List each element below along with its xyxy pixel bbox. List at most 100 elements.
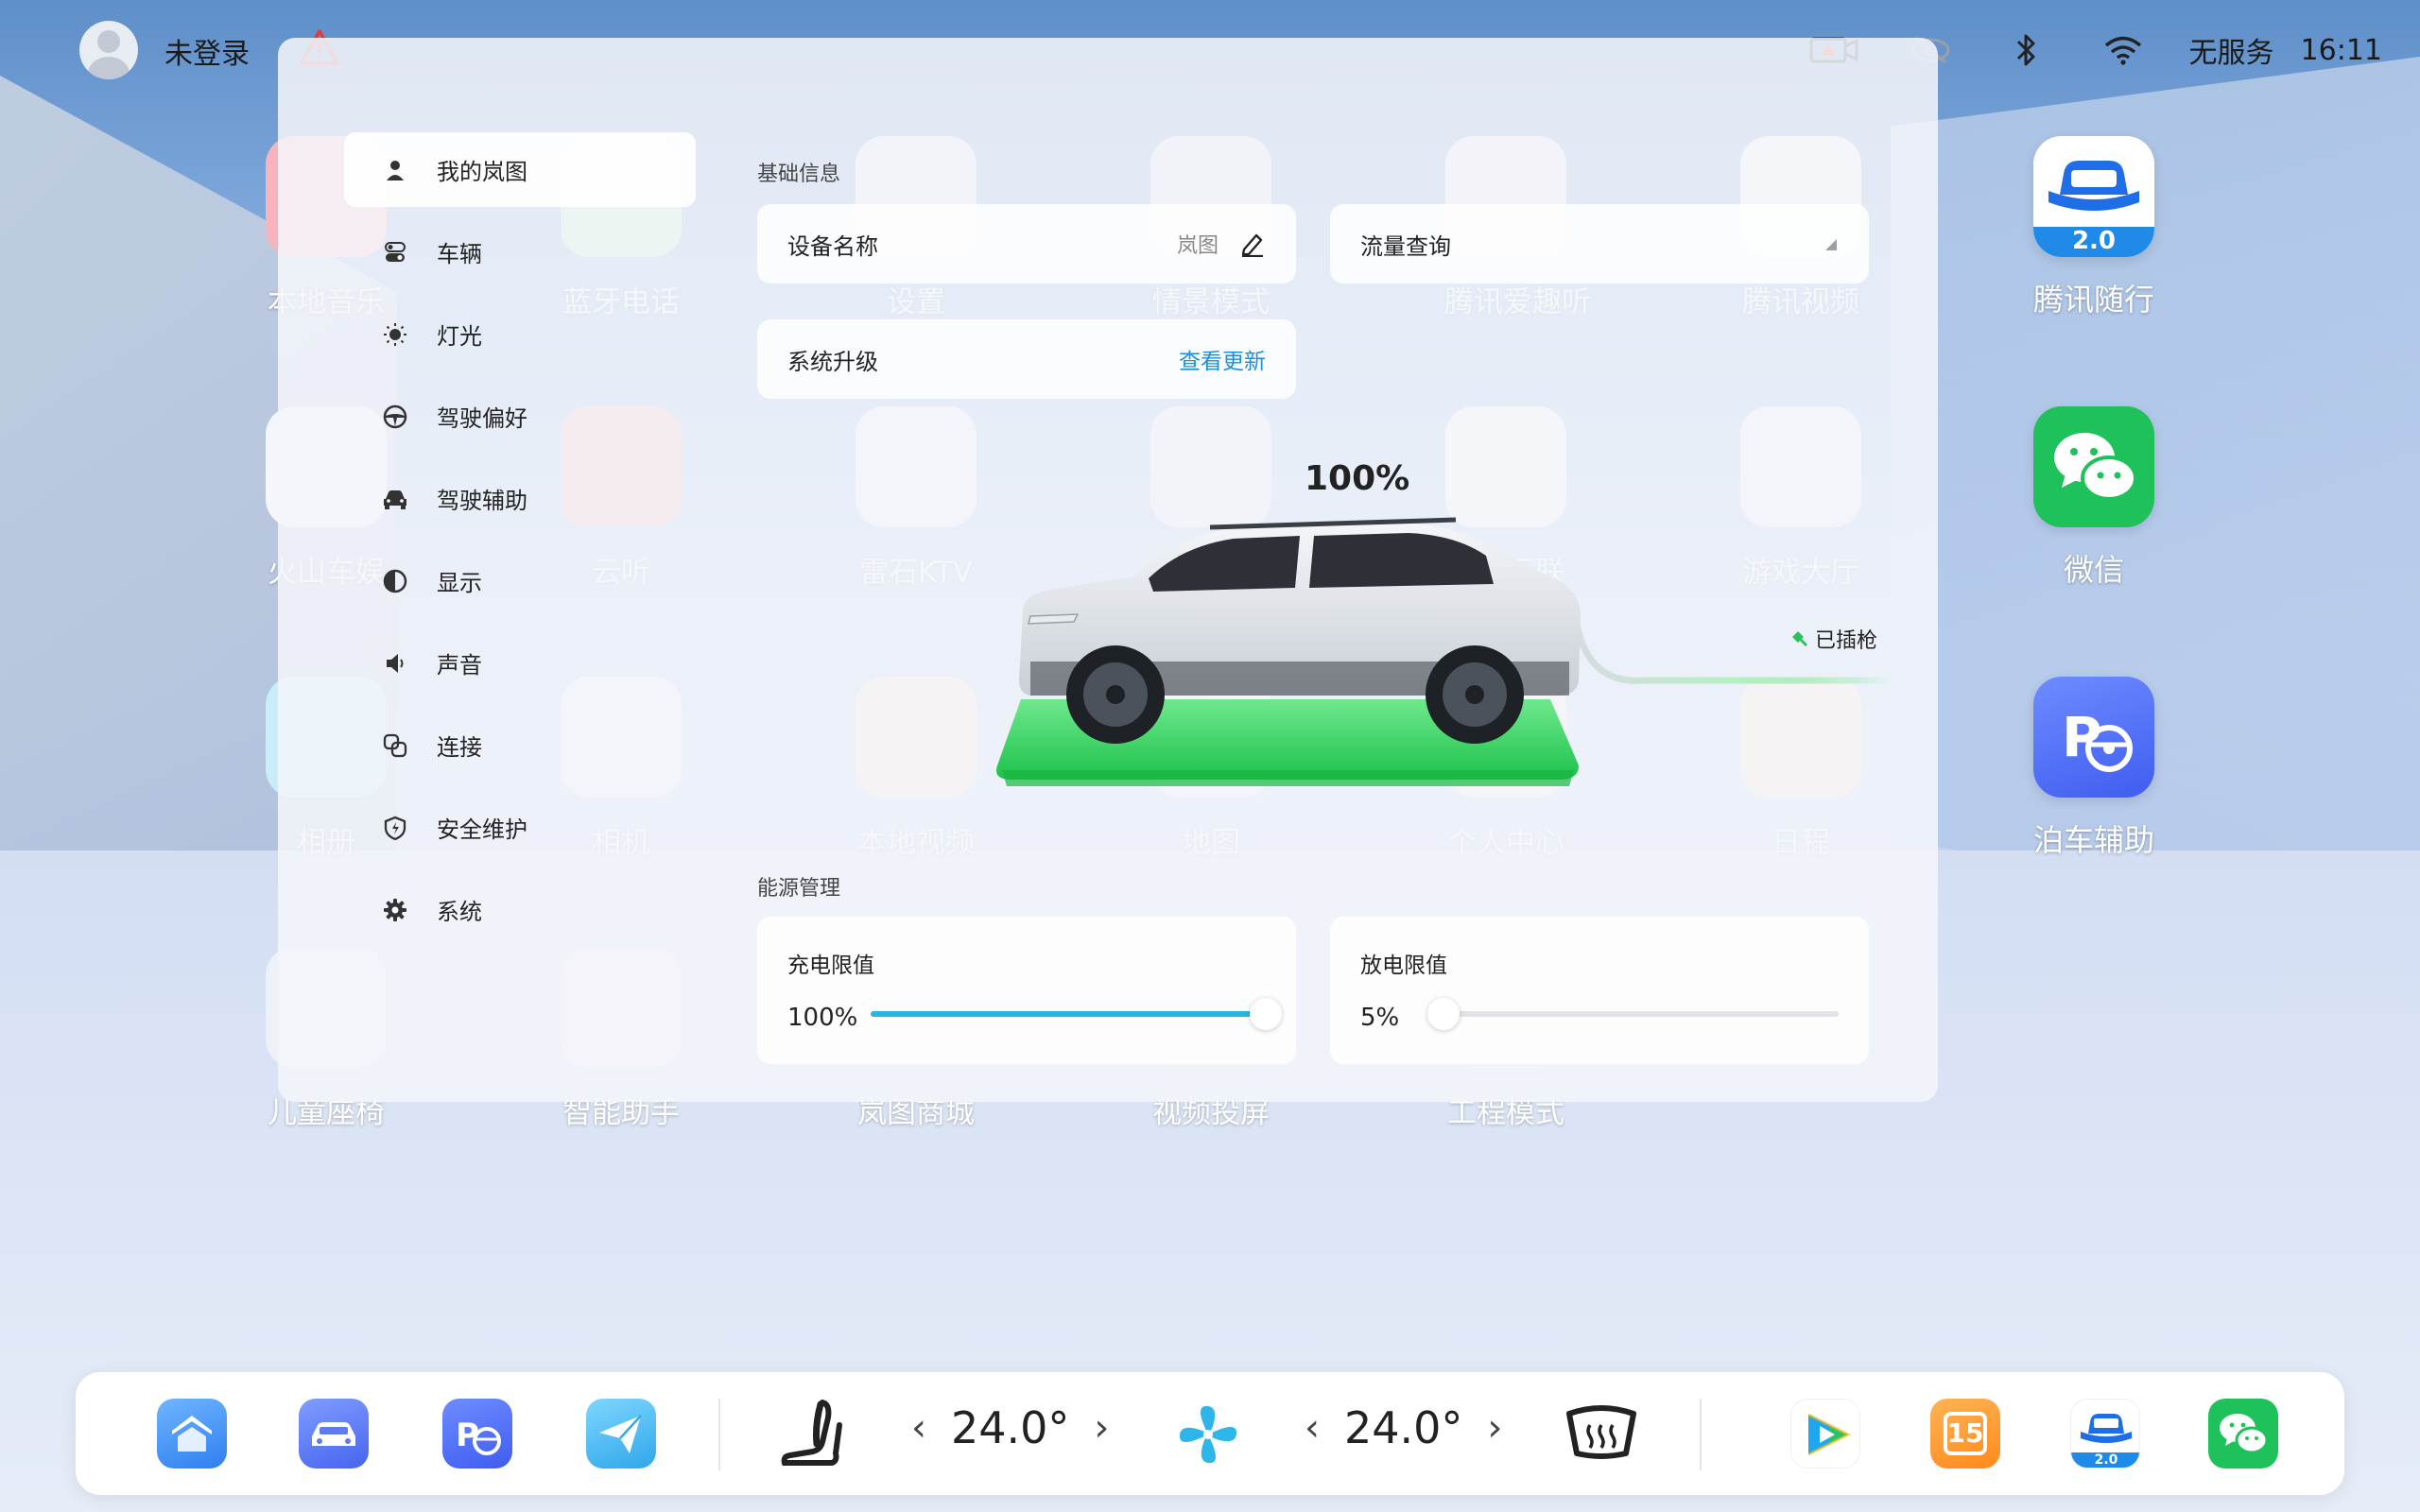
parking-app-icon[interactable]: P [442,1399,512,1469]
left-temp-decrease-button[interactable]: ‹ [911,1406,926,1450]
wifi-icon[interactable] [2099,29,2148,71]
clock-time: 16:11 [2300,33,2382,67]
discharge-limit-label: 放电限值 [1360,954,1447,978]
charge-limit-card: 充电限值 100% [757,917,1296,1064]
nav-item-vehicle[interactable]: 车辆 [344,215,696,289]
system-upgrade-label: 系统升级 [787,348,878,375]
nav-label: 车辆 [437,241,482,267]
left-temp-control: ‹ 24.0° › [911,1402,1109,1453]
app-wechat[interactable]: 微信 [2032,406,2155,590]
dock-separator [718,1399,720,1470]
wechat-app-icon[interactable] [2208,1399,2278,1469]
app-label: 微信 [2063,552,2124,588]
seat-icon [781,1400,842,1466]
app-tencent-trip[interactable]: 2.0 腾讯随行 [2032,136,2155,319]
calendar-day: 15 [1946,1418,1984,1449]
right-temp-decrease-button[interactable]: ‹ [1305,1406,1320,1450]
section-title-basic-info: 基础信息 [757,163,841,186]
discharge-limit-value: 5% [1360,1004,1400,1032]
steering-wheel-icon [382,404,408,430]
nav-label: 声音 [437,652,482,679]
right-temp-value: 24.0° [1344,1402,1463,1453]
nav-item-system[interactable]: 系统 [344,872,696,947]
svg-text:P: P [2062,705,2102,769]
person-icon [382,157,408,183]
seat-heat-button[interactable] [779,1397,845,1476]
background-wall-right [1891,57,2420,926]
right-temp-increase-button[interactable]: › [1487,1406,1502,1450]
plugged-status: 已插枪 [1789,624,1877,654]
charge-limit-value: 100% [787,1004,858,1032]
right-temp-control: ‹ 24.0° › [1305,1402,1502,1453]
charge-limit-fill [871,1011,1266,1017]
app-parking-assist[interactable]: P 泊车辅助 [2032,677,2155,860]
login-status-text[interactable]: 未登录 [164,30,250,72]
app-label: 泊车辅助 [2032,822,2154,858]
data-query-label: 流量查询 [1360,232,1451,260]
network-status-text: 无服务 [2188,37,2274,70]
nav-label: 驾驶偏好 [437,405,527,432]
left-temp-value: 24.0° [951,1402,1070,1453]
nav-label: 系统 [437,899,482,925]
video-app-icon[interactable] [1790,1399,1860,1469]
settings-nav: 我的岚图 车辆 灯光 驾驶偏好 驾驶辅助 显示 声音 连接 安全维护 系统 [344,132,696,954]
nav-item-driving-assist[interactable]: 驾驶辅助 [344,461,696,536]
edit-icon[interactable] [1239,231,1266,257]
device-name-row[interactable]: 设备名称 岚图 [757,204,1296,284]
nav-item-sound[interactable]: 声音 [344,626,696,700]
nav-label: 灯光 [437,323,482,350]
fan-button[interactable] [1174,1400,1242,1472]
nav-label: 我的岚图 [437,159,527,185]
bluetooth-icon[interactable] [2002,29,2051,71]
nav-item-driving-pref[interactable]: 驾驶偏好 [344,379,696,454]
nav-label: 显示 [437,570,482,596]
data-query-row[interactable]: 流量查询 [1330,204,1869,284]
wechat-app-icon [2033,406,2154,527]
home-app-icon[interactable] [157,1399,227,1469]
dock-separator [1700,1399,1702,1470]
tencent-trip-app-icon: 2.0 [2033,136,2154,257]
left-temp-increase-button[interactable]: › [1094,1406,1109,1450]
charge-limit-label: 充电限值 [787,954,874,978]
rear-defrost-icon [1566,1405,1636,1459]
gear-icon [382,897,408,923]
fan-icon [1179,1405,1237,1464]
parking-assist-app-icon: P [2033,677,2154,798]
car-app-icon[interactable] [299,1399,369,1469]
device-name-value: 岚图 [1176,234,1219,258]
nav-item-my-voyah[interactable]: 我的岚图 [344,132,696,207]
light-icon [382,321,408,348]
discharge-limit-slider-handle[interactable] [1427,998,1460,1030]
tencent-trip-app-icon[interactable]: 2.0 [2070,1399,2140,1469]
section-title-energy: 能源管理 [757,877,841,901]
nav-item-display[interactable]: 显示 [344,543,696,618]
check-update-link[interactable]: 查看更新 [1179,343,1266,375]
battery-percent: 100% [1305,459,1410,498]
nav-item-connection[interactable]: 连接 [344,708,696,782]
bottom-dock: P ‹ 24.0° › ‹ 24.0° › 15 2.0 [76,1372,2344,1495]
vehicle-toggle-icon [382,239,408,266]
send-app-icon[interactable] [586,1399,656,1469]
nav-label: 连接 [437,734,482,761]
nav-item-safety[interactable]: 安全维护 [344,790,696,865]
charge-limit-slider-handle[interactable] [1250,998,1282,1030]
avatar[interactable] [79,21,138,79]
app-label: 腾讯随行 [2032,282,2154,318]
calendar-app-icon[interactable]: 15 [1930,1399,2000,1469]
car-assist-icon [382,486,408,512]
discharge-limit-track[interactable] [1443,1011,1839,1017]
corner-arrow-icon [1825,239,1837,250]
charging-car-illustration [996,517,1894,786]
nav-item-lights[interactable]: 灯光 [344,297,696,371]
link-icon [382,732,408,759]
tencent-badge: 2.0 [2094,1452,2118,1468]
contrast-icon [382,568,408,594]
speaker-icon [382,650,408,677]
discharge-limit-card: 放电限值 5% [1330,917,1869,1064]
nav-label: 驾驶辅助 [437,488,527,514]
system-upgrade-row[interactable]: 系统升级 查看更新 [757,319,1296,399]
device-name-label: 设备名称 [787,232,878,260]
rear-defrost-button[interactable] [1564,1400,1639,1470]
plug-icon [1792,631,1807,646]
plugged-text: 已插枪 [1815,629,1878,653]
